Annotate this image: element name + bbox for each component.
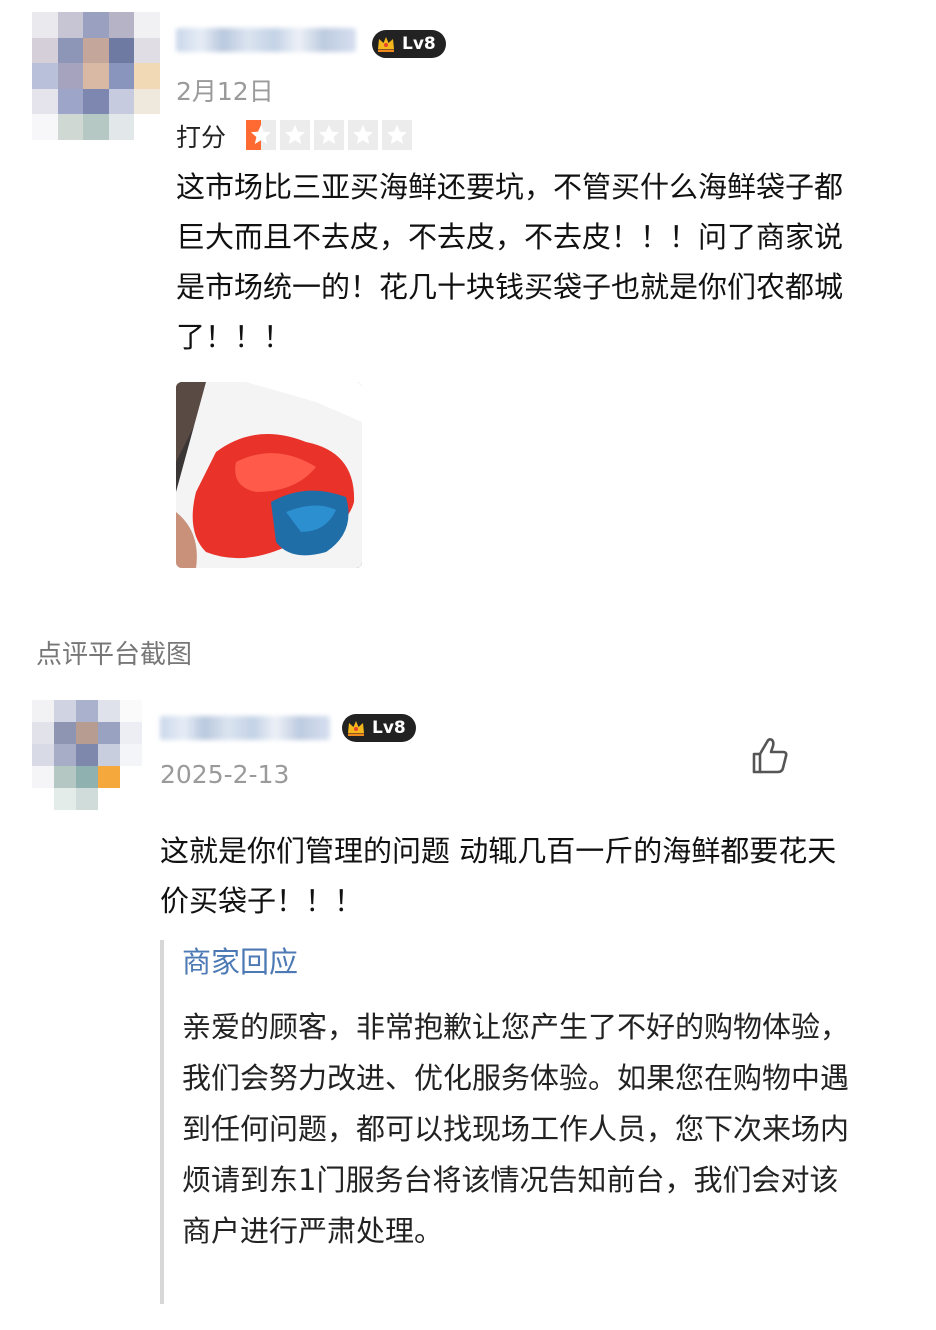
merchant-reply-text: 亲爱的顾客，非常抱歉让您产生了不好的购物体验，我们会努力改进、优化服务体验。如果… xyxy=(182,1010,850,1248)
rating-star xyxy=(314,120,344,150)
level-text: Lv8 xyxy=(372,718,406,738)
rating-star xyxy=(348,120,378,150)
rating-star xyxy=(382,120,412,150)
commenter-avatar-blurred[interactable] xyxy=(32,700,142,810)
merchant-reply: 商家回应 亲爱的顾客，非常抱歉让您产生了不好的购物体验，我们会努力改进、优化服务… xyxy=(160,940,882,1304)
level-text: Lv8 xyxy=(402,34,436,54)
rating-label: 打分 xyxy=(176,123,227,152)
seafood-bags-image xyxy=(176,382,362,568)
username-blurred[interactable] xyxy=(176,28,356,52)
commenter-level-badge: Lv8 xyxy=(342,714,416,742)
thumbs-up-icon[interactable] xyxy=(748,734,792,778)
rating-star xyxy=(246,120,276,150)
commenter-name-blurred[interactable] xyxy=(160,716,330,740)
review-text: 这市场比三亚买海鲜还要坑，不管买什么海鲜袋子都巨大而且不去皮，不去皮，不去皮！！… xyxy=(176,170,844,354)
caption-text: 点评平台截图 xyxy=(36,640,193,670)
comment-date: 2025-2-13 xyxy=(160,760,290,789)
comment-text: 这就是你们管理的问题 动辄几百一斤的海鲜都要花天价买袋子！！！ xyxy=(160,834,837,918)
crown-icon xyxy=(348,721,364,736)
review-date: 2月12日 xyxy=(176,77,274,106)
user-avatar-blurred[interactable] xyxy=(32,12,160,140)
merchant-reply-title: 商家回应 xyxy=(182,945,299,979)
level-badge: Lv8 xyxy=(372,30,446,58)
star-rating xyxy=(246,120,412,150)
crown-icon xyxy=(378,37,394,52)
rating-star xyxy=(280,120,310,150)
review-photo[interactable] xyxy=(176,382,362,568)
